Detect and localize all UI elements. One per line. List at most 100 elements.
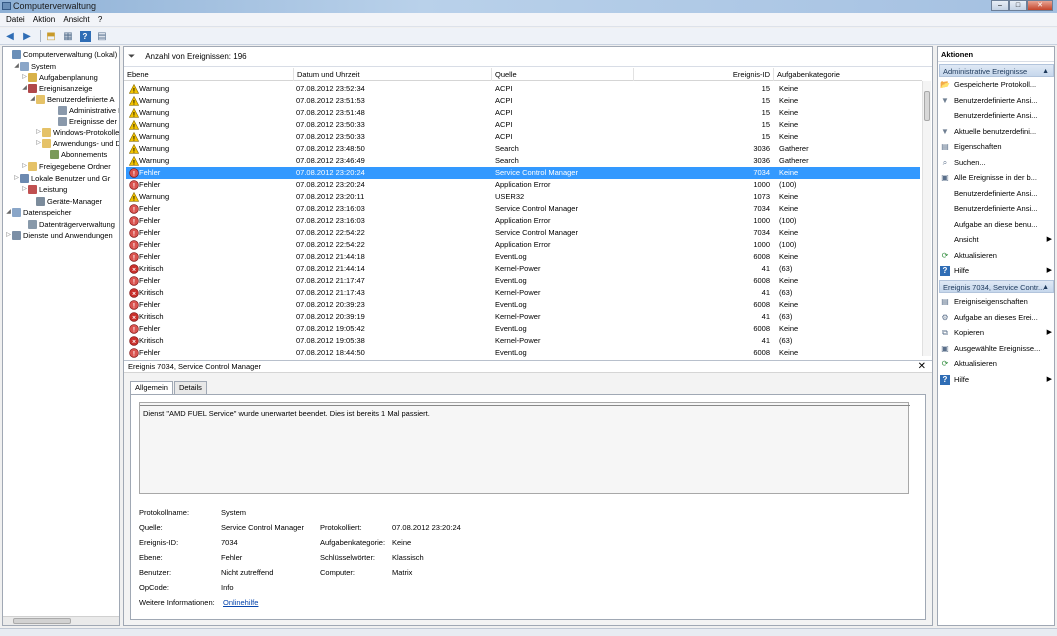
- table-row[interactable]: ! Warnung 07.08.2012 23:52:34 ACPI 15 Keine: [126, 83, 920, 95]
- tree-item[interactable]: Ereignisse der Zu: [51, 116, 119, 127]
- column-source[interactable]: Quelle: [492, 68, 634, 81]
- action-item[interactable]: ⚙ Aufgabe an dieses Erei...: [940, 311, 1053, 325]
- expander-icon[interactable]: ◢: [13, 61, 20, 72]
- tree-item[interactable]: ◢ Benutzerdefinierte A: [29, 94, 115, 105]
- tree-item[interactable]: ◢ Ereignisanzeige: [21, 83, 92, 94]
- action-item[interactable]: ⟳ Aktualisieren: [940, 357, 1053, 371]
- table-row[interactable]: ! Fehler 07.08.2012 23:16:03 Application Er…: [126, 215, 920, 227]
- expander-icon[interactable]: ▷: [21, 184, 28, 195]
- tree-item[interactable]: ▷ Windows-Protokolle: [35, 127, 119, 138]
- expander-icon[interactable]: ▷: [21, 72, 28, 83]
- table-row[interactable]: ! Warnung 07.08.2012 23:46:49 Search 3036 Gat…: [126, 155, 920, 167]
- collapse-icon[interactable]: ▲: [1042, 65, 1049, 78]
- action-item[interactable]: ▤ Ereigniseigenschaften: [940, 295, 1053, 309]
- table-row[interactable]: × Kritisch 07.08.2012 21:17:43 Kernel-Power…: [126, 287, 920, 299]
- table-row[interactable]: ! Fehler 07.08.2012 23:20:24 Application Er…: [126, 179, 920, 191]
- action-item[interactable]: 📂 Gespeicherte Protokoll...: [940, 78, 1053, 92]
- table-row[interactable]: × Kritisch 07.08.2012 20:39:19 Kernel-Power…: [126, 311, 920, 323]
- table-row[interactable]: ! Warnung 07.08.2012 23:20:11 USER32 1073 Kei…: [126, 191, 920, 203]
- action-item[interactable]: ⌕ Suchen...: [940, 156, 1053, 170]
- tree-item[interactable]: ▷ Leistung: [21, 184, 67, 195]
- table-row[interactable]: ! Fehler 07.08.2012 23:16:03 Service Contro…: [126, 203, 920, 215]
- event-message-box[interactable]: Dienst "AMD FUEL Service" wurde unerwart…: [139, 402, 910, 494]
- close-button[interactable]: ✕: [1027, 0, 1053, 11]
- menu-datei[interactable]: Datei: [6, 13, 25, 27]
- table-row[interactable]: ! Fehler 07.08.2012 22:54:22 Service Contro…: [126, 227, 920, 239]
- tree-item[interactable]: ▷ Aufgabenplanung: [21, 72, 98, 83]
- table-row[interactable]: ! Fehler 07.08.2012 21:17:47 EventLog 6008 Ke…: [126, 275, 920, 287]
- column-task-category[interactable]: Aufgabenkategorie: [774, 68, 920, 81]
- expander-icon[interactable]: ◢: [21, 83, 28, 94]
- tree-item[interactable]: ▷ Anwendungs- und D: [35, 138, 119, 149]
- table-row[interactable]: ! Fehler 07.08.2012 22:54:22 Application Er…: [126, 239, 920, 251]
- column-level[interactable]: Ebene: [124, 68, 294, 81]
- table-row[interactable]: × Kritisch 07.08.2012 19:05:38 Kernel-Power…: [126, 335, 920, 347]
- action-item[interactable]: ? Hilfe ▶: [940, 373, 1053, 387]
- menu-ansicht[interactable]: Ansicht: [63, 13, 89, 27]
- action-item[interactable]: ▤ Eigenschaften: [940, 140, 1053, 154]
- table-row[interactable]: ! Fehler 07.08.2012 21:44:18 EventLog 6008 Ke…: [126, 251, 920, 263]
- table-row[interactable]: ! Warnung 07.08.2012 23:51:53 ACPI 15 Keine: [126, 95, 920, 107]
- tree-item[interactable]: Abonnements: [43, 149, 107, 160]
- action-item[interactable]: Benutzerdefinierte Ansi...: [940, 109, 1053, 123]
- table-row[interactable]: ! Fehler 07.08.2012 18:44:50 EventLog 6008 Ke…: [126, 347, 920, 358]
- maximize-button[interactable]: □: [1009, 0, 1027, 11]
- actions-section-event[interactable]: Ereignis 7034, Service Contr... ▲: [939, 280, 1054, 293]
- up-level-button[interactable]: ⬒: [44, 29, 58, 43]
- tree-item[interactable]: Administrative E: [51, 105, 119, 116]
- table-row[interactable]: × Kritisch 07.08.2012 21:44:14 Kernel-Power…: [126, 263, 920, 275]
- tree-item[interactable]: Geräte-Manager: [29, 196, 102, 207]
- help-button[interactable]: ?: [78, 29, 92, 43]
- column-date[interactable]: Datum und Uhrzeit: [294, 68, 492, 81]
- action-item[interactable]: ▣ Ausgewählte Ereignisse...: [940, 342, 1053, 356]
- table-row[interactable]: ! Fehler 07.08.2012 23:20:24 Service Contro…: [126, 167, 920, 179]
- tab-details[interactable]: Details: [173, 381, 207, 394]
- tree-horizontal-scrollbar[interactable]: [3, 616, 119, 625]
- grid-vertical-scrollbar[interactable]: [922, 81, 931, 356]
- expander-icon[interactable]: ◢: [5, 207, 12, 218]
- tab-allgemein[interactable]: Allgemein: [130, 381, 173, 395]
- back-button[interactable]: ◀: [3, 29, 17, 43]
- expander-icon[interactable]: ▷: [35, 138, 42, 149]
- menu-help[interactable]: ?: [98, 13, 102, 27]
- column-event-id[interactable]: Ereignis-ID: [634, 68, 774, 81]
- scroll-thumb[interactable]: [924, 91, 930, 121]
- show-hide-tree-button[interactable]: ▦: [61, 29, 75, 43]
- forward-button[interactable]: ▶: [20, 29, 34, 43]
- action-item[interactable]: ▼ Benutzerdefinierte Ansi...: [940, 94, 1053, 108]
- table-row[interactable]: ! Warnung 07.08.2012 23:48:50 Search 3036 Gat…: [126, 143, 920, 155]
- table-row[interactable]: ! Warnung 07.08.2012 23:50:33 ACPI 15 Keine: [126, 119, 920, 131]
- action-item[interactable]: ▣ Alle Ereignisse in der b...: [940, 171, 1053, 185]
- tree-item[interactable]: ▷ Dienste und Anwendungen: [5, 230, 113, 241]
- actions-section-admin-events[interactable]: Administrative Ereignisse ▲: [939, 64, 1054, 77]
- action-item[interactable]: ▼ Aktuelle benutzerdefini...: [940, 125, 1053, 139]
- tree-item[interactable]: ◢ System: [13, 61, 56, 72]
- expander-icon[interactable]: ▷: [35, 127, 42, 138]
- tree-item[interactable]: Datenträgerverwaltung: [21, 219, 115, 230]
- minimize-button[interactable]: –: [991, 0, 1009, 11]
- tree-item[interactable]: Computerverwaltung (Lokal): [5, 49, 117, 60]
- action-item[interactable]: ⧉ Kopieren ▶: [940, 326, 1053, 340]
- close-icon[interactable]: ✕: [918, 361, 926, 373]
- action-item[interactable]: Benutzerdefinierte Ansi...: [940, 202, 1053, 216]
- action-item[interactable]: ? Hilfe ▶: [940, 264, 1053, 278]
- table-row[interactable]: ! Fehler 07.08.2012 19:05:42 EventLog 6008 Ke…: [126, 323, 920, 335]
- menu-aktion[interactable]: Aktion: [33, 13, 55, 27]
- action-item[interactable]: Aufgabe an diese benu...: [940, 218, 1053, 232]
- table-row[interactable]: ! Fehler 07.08.2012 20:39:23 EventLog 6008 Ke…: [126, 299, 920, 311]
- collapse-icon[interactable]: ▲: [1042, 281, 1049, 294]
- tree-item[interactable]: ◢ Datenspeicher: [5, 207, 71, 218]
- expander-icon[interactable]: ◢: [29, 94, 36, 105]
- table-row[interactable]: ! Warnung 07.08.2012 23:50:33 ACPI 15 Keine: [126, 131, 920, 143]
- expander-icon[interactable]: ▷: [5, 230, 12, 241]
- tree-item[interactable]: ▷ Freigegebene Ordner: [21, 161, 111, 172]
- show-hide-action-button[interactable]: ▤: [95, 29, 109, 43]
- action-item[interactable]: Ansicht ▶: [940, 233, 1053, 247]
- online-help-link[interactable]: Onlinehilfe: [223, 598, 258, 607]
- table-row[interactable]: ! Warnung 07.08.2012 23:51:48 ACPI 15 Keine: [126, 107, 920, 119]
- expander-icon[interactable]: ▷: [21, 161, 28, 172]
- tree-item[interactable]: ▷ Lokale Benutzer und Gr: [13, 173, 110, 184]
- scroll-thumb[interactable]: [13, 618, 71, 624]
- action-item[interactable]: Benutzerdefinierte Ansi...: [940, 187, 1053, 201]
- expander-icon[interactable]: ▷: [13, 173, 20, 184]
